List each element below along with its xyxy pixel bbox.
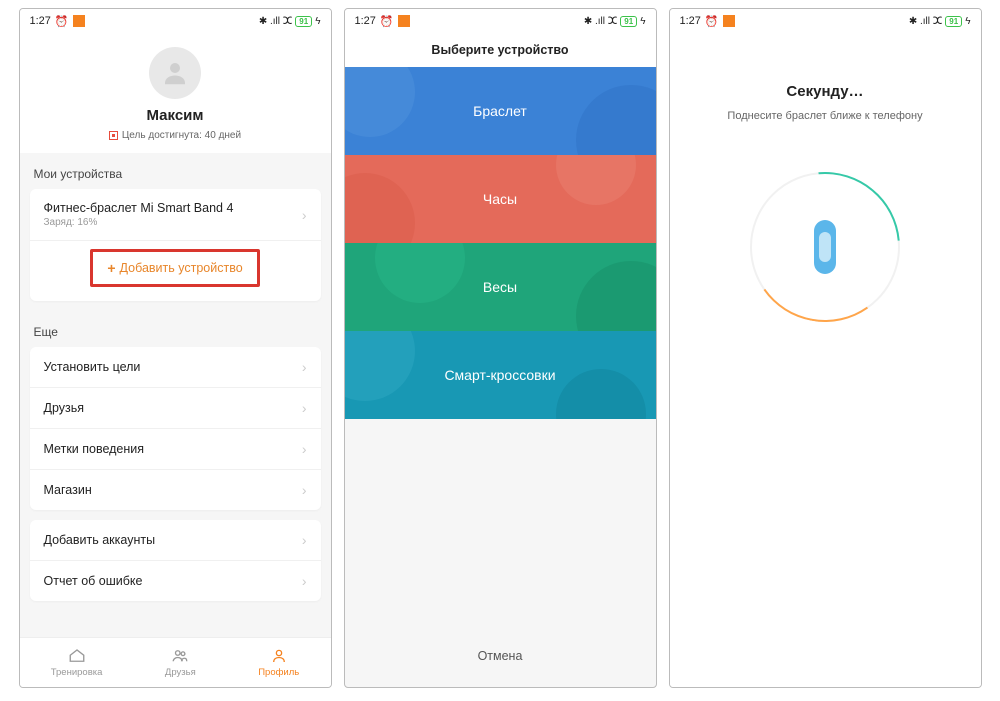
charge-icon: ϟ	[640, 16, 645, 27]
profile-header: Максим Цель достигнута: 40 дней	[20, 33, 331, 153]
screen-select-device: 1:27 ⏰ ✱ .ıll ⵋ 91 ϟ Выберите устройство…	[344, 8, 657, 688]
chevron-right-icon: ›	[302, 482, 307, 498]
status-time: 1:27	[680, 15, 701, 27]
status-time: 1:27	[30, 15, 51, 27]
device-name: Фитнес-браслет Mi Smart Band 4	[44, 201, 234, 215]
screen-searching: 1:27 ⏰ ✱ .ıll ⵋ 91 ϟ Секунду… Поднесите …	[669, 8, 982, 688]
searching-title: Секунду…	[670, 83, 981, 100]
alarm-icon: ⏰	[55, 15, 69, 28]
chevron-right-icon: ›	[302, 400, 307, 416]
tile-scale[interactable]: Весы	[345, 243, 656, 331]
charge-icon: ϟ	[965, 16, 970, 27]
status-time: 1:27	[355, 15, 376, 27]
charge-icon: ϟ	[315, 16, 320, 27]
tile-shoes[interactable]: Смарт-кроссовки	[345, 331, 656, 419]
cancel-button[interactable]: Отмена	[478, 649, 523, 663]
app-indicator-icon	[398, 15, 410, 27]
alarm-icon: ⏰	[380, 15, 394, 28]
status-bar: 1:27 ⏰ ✱ .ıll ⵋ 91 ϟ	[345, 9, 656, 33]
tab-friends[interactable]: Друзья	[165, 647, 196, 678]
signal-icons: ✱ .ıll ⵋ	[259, 16, 292, 27]
goal-badge-icon	[109, 131, 118, 140]
add-device-button[interactable]: + Добавить устройство	[90, 249, 259, 287]
battery-icon: 91	[945, 16, 962, 27]
tab-workout[interactable]: Тренировка	[51, 647, 103, 678]
alarm-icon: ⏰	[705, 15, 719, 28]
signal-icons: ✱ .ıll ⵋ	[584, 16, 617, 27]
row-store[interactable]: Магазин›	[30, 470, 321, 510]
spinner	[750, 172, 900, 322]
tab-profile[interactable]: Профиль	[258, 647, 299, 678]
tab-bar: Тренировка Друзья Профиль	[20, 637, 331, 687]
section-my-devices: Мои устройства	[20, 153, 331, 189]
select-device-header: Выберите устройство	[345, 33, 656, 67]
tile-watch[interactable]: Часы	[345, 155, 656, 243]
chevron-right-icon: ›	[302, 532, 307, 548]
goal-text: Цель достигнута: 40 дней	[20, 130, 331, 141]
screen-profile: 1:27 ⏰ ✱ .ıll ⵋ 91 ϟ Максим Цель достигн…	[19, 8, 332, 688]
tile-bracelet[interactable]: Браслет	[345, 67, 656, 155]
row-add-accounts[interactable]: Добавить аккаунты›	[30, 520, 321, 561]
battery-icon: 91	[620, 16, 637, 27]
app-indicator-icon	[73, 15, 85, 27]
status-bar: 1:27 ⏰ ✱ .ıll ⵋ 91 ϟ	[20, 9, 331, 33]
row-friends[interactable]: Друзья›	[30, 388, 321, 429]
status-bar: 1:27 ⏰ ✱ .ıll ⵋ 91 ϟ	[670, 9, 981, 33]
battery-icon: 91	[295, 16, 312, 27]
row-bug-report[interactable]: Отчет об ошибке›	[30, 561, 321, 601]
device-charge: Заряд: 16%	[44, 217, 234, 228]
device-row[interactable]: Фитнес-браслет Mi Smart Band 4 Заряд: 16…	[30, 189, 321, 241]
plus-icon: +	[107, 260, 115, 276]
signal-icons: ✱ .ıll ⵋ	[909, 16, 942, 27]
row-behavior[interactable]: Метки поведения›	[30, 429, 321, 470]
searching-subtitle: Поднесите браслет ближе к телефону	[670, 110, 981, 122]
chevron-right-icon: ›	[302, 441, 307, 457]
avatar[interactable]	[149, 47, 201, 99]
chevron-right-icon: ›	[302, 573, 307, 589]
app-indicator-icon	[723, 15, 735, 27]
band-icon	[814, 220, 836, 274]
chevron-right-icon: ›	[302, 359, 307, 375]
row-goals[interactable]: Установить цели›	[30, 347, 321, 388]
username: Максим	[20, 107, 331, 124]
section-more: Еще	[20, 311, 331, 347]
chevron-right-icon: ›	[302, 207, 307, 223]
